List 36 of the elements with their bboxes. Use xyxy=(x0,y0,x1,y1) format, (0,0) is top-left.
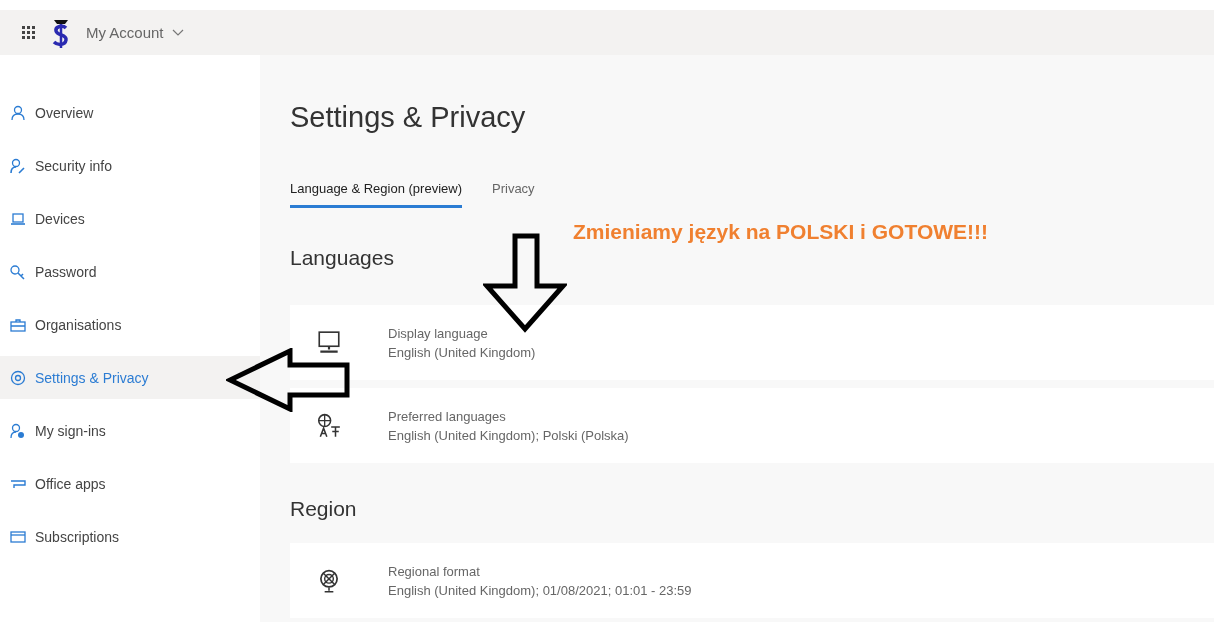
tab[interactable]: Privacy xyxy=(492,181,535,208)
setting-card[interactable]: Regional format English (United Kingdom); 01/08/2021; 01:01 - 23:59 xyxy=(290,543,1214,618)
sidebar-item[interactable]: Password xyxy=(0,250,260,293)
sidebar-item[interactable]: Devices xyxy=(0,197,260,240)
sidebar-item[interactable]: My sign-ins xyxy=(0,409,260,452)
person-icon xyxy=(10,422,26,439)
chevron-down-icon xyxy=(171,29,184,36)
language-icon xyxy=(316,412,342,439)
setting-card[interactable]: Preferred languages English (United Kingdom); Polski (Polska) xyxy=(290,388,1214,463)
card-icon xyxy=(10,528,26,545)
tab[interactable]: Language & Region (preview) xyxy=(290,181,462,208)
setting-value: English (United Kingdom); Polski (Polska) xyxy=(388,426,629,445)
sidebar-item[interactable]: Overview xyxy=(0,91,260,134)
setting-title: Display language xyxy=(388,324,489,343)
key-icon xyxy=(10,263,26,280)
sidebar-item[interactable]: Settings & Privacy xyxy=(0,356,260,399)
page-title: Settings & Privacy xyxy=(290,101,527,135)
setting-title: Regional format xyxy=(388,562,481,581)
setting-title: Preferred languages xyxy=(388,407,507,426)
app-launcher-icon[interactable] xyxy=(22,25,36,40)
sidebar-item[interactable]: Security info xyxy=(0,144,260,187)
laptop-icon xyxy=(10,210,26,227)
annotation-text: Zmieniamy język na POLSKI i GOTOWE!!! xyxy=(573,220,990,245)
person-icon xyxy=(10,104,26,121)
setting-value: English (United Kingdom) xyxy=(388,343,536,362)
monitor-icon xyxy=(316,329,342,356)
account-menu[interactable]: My Account xyxy=(86,24,184,41)
section-heading: Region xyxy=(290,497,358,522)
sidebar-item[interactable]: Organisations xyxy=(0,303,260,346)
setting-card[interactable]: Display language English (United Kingdom) xyxy=(290,305,1214,380)
sidebar-item[interactable]: Subscriptions xyxy=(0,515,260,558)
section-heading: Languages xyxy=(290,246,395,271)
setting-value: English (United Kingdom); 01/08/2021; 01:01 - 23:59 xyxy=(388,581,692,600)
sidebar-item[interactable]: Office apps xyxy=(0,462,260,505)
briefcase-icon xyxy=(10,316,26,333)
gear-icon xyxy=(10,369,26,386)
